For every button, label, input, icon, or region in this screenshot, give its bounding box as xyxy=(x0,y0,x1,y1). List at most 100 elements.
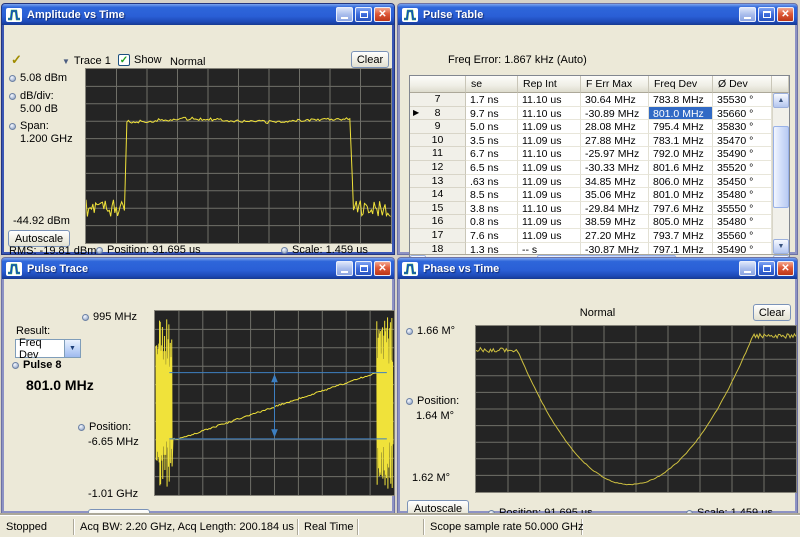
db-div-field[interactable]: dB/div: xyxy=(9,90,54,102)
row-number-cell[interactable]: 16 xyxy=(410,215,466,229)
column-header[interactable]: Rep Int xyxy=(518,76,581,93)
ref-level-field[interactable]: 5.08 dBm xyxy=(9,72,67,84)
table-cell[interactable]: 6.5 ns xyxy=(466,161,518,175)
table-cell[interactable]: 11.09 us xyxy=(518,175,581,189)
table-cell[interactable]: 34.85 MHz xyxy=(581,175,649,189)
pulse-trace-plot[interactable] xyxy=(154,310,395,496)
table-cell[interactable]: 30.64 MHz xyxy=(581,93,649,107)
knob-icon[interactable] xyxy=(82,314,89,321)
amplitude-titlebar[interactable]: Amplitude vs Time ✕ xyxy=(2,4,394,25)
table-row[interactable]: 71.7 ns11.10 us30.64 MHz783.8 MHz35530 ° xyxy=(410,93,772,107)
table-cell[interactable]: 27.20 MHz xyxy=(581,229,649,243)
knob-icon[interactable] xyxy=(78,424,85,431)
table-cell[interactable]: 8.5 ns xyxy=(466,188,518,202)
pulse-table-grid[interactable]: seRep IntF Err MaxFreq DevØ Dev71.7 ns11… xyxy=(409,75,790,271)
table-cell[interactable]: 11.09 us xyxy=(518,161,581,175)
scale-field[interactable]: Scale: 1.459 us xyxy=(281,244,368,256)
table-cell[interactable]: 35560 ° xyxy=(713,229,772,243)
table-cell[interactable]: 9.7 ns xyxy=(466,107,518,121)
table-row[interactable]: 103.5 ns11.09 us27.88 MHz783.1 MHz35470 … xyxy=(410,134,772,148)
minimize-button[interactable] xyxy=(739,7,756,22)
table-cell[interactable]: 783.1 MHz xyxy=(649,134,713,148)
table-cell[interactable]: 27.88 MHz xyxy=(581,134,649,148)
row-number-cell[interactable]: 13 xyxy=(410,175,466,189)
table-cell[interactable]: 35490 ° xyxy=(713,147,772,161)
table-cell[interactable]: -30.33 MHz xyxy=(581,161,649,175)
row-number-cell[interactable]: 12 xyxy=(410,161,466,175)
row-number-cell[interactable]: 18 xyxy=(410,243,466,254)
table-cell[interactable]: 11.09 us xyxy=(518,229,581,243)
table-cell[interactable]: 801.0 MHz xyxy=(649,188,713,202)
table-row[interactable]: 126.5 ns11.09 us-30.33 MHz801.6 MHz35520… xyxy=(410,161,772,175)
maximize-button[interactable] xyxy=(355,7,372,22)
knob-icon[interactable] xyxy=(281,247,288,254)
table-row[interactable]: ▶89.7 ns11.10 us-30.89 MHz801.0 MHz35660… xyxy=(410,107,772,121)
scrollbar-thumb[interactable] xyxy=(773,126,789,207)
clear-button[interactable]: Clear xyxy=(753,304,791,321)
knob-icon[interactable] xyxy=(406,328,413,335)
vertical-scrollbar[interactable]: ▲ ▼ xyxy=(772,93,789,254)
table-cell[interactable]: 11.09 us xyxy=(518,188,581,202)
amplitude-plot[interactable] xyxy=(85,68,392,244)
table-cell[interactable]: 792.0 MHz xyxy=(649,147,713,161)
table-row[interactable]: 181.3 ns-- s-30.87 MHz797.1 MHz35490 ° xyxy=(410,243,772,254)
table-row[interactable]: 177.6 ns11.09 us27.20 MHz793.7 MHz35560 … xyxy=(410,229,772,243)
column-header[interactable]: Ø Dev xyxy=(713,76,772,93)
table-cell[interactable]: 11.10 us xyxy=(518,107,581,121)
table-cell[interactable]: 38.59 MHz xyxy=(581,215,649,229)
table-cell[interactable]: 3.5 ns xyxy=(466,134,518,148)
knob-icon[interactable] xyxy=(9,93,16,100)
table-cell[interactable]: 28.08 MHz xyxy=(581,120,649,134)
table-cell[interactable]: 11.10 us xyxy=(518,202,581,216)
table-cell[interactable]: 11.10 us xyxy=(518,93,581,107)
position-field-left[interactable]: Position: xyxy=(406,395,459,407)
top-ref-field[interactable]: 1.66 M° xyxy=(406,325,455,337)
top-ref-field[interactable]: 995 MHz xyxy=(82,311,137,323)
table-cell[interactable]: 795.4 MHz xyxy=(649,120,713,134)
table-cell[interactable]: 7.6 ns xyxy=(466,229,518,243)
table-row[interactable]: 148.5 ns11.09 us35.06 MHz801.0 MHz35480 … xyxy=(410,188,772,202)
table-cell[interactable]: 801.6 MHz xyxy=(649,161,713,175)
table-cell[interactable]: 35480 ° xyxy=(713,188,772,202)
maximize-button[interactable] xyxy=(758,7,775,22)
table-cell[interactable]: -- s xyxy=(518,243,581,254)
close-button[interactable]: ✕ xyxy=(374,7,391,22)
table-cell[interactable]: 806.0 MHz xyxy=(649,175,713,189)
row-number-cell[interactable]: 15 xyxy=(410,202,466,216)
position-field[interactable]: Position: 91.695 us xyxy=(96,244,201,256)
pulse-table-titlebar[interactable]: Pulse Table ✕ xyxy=(398,4,797,25)
close-button[interactable]: ✕ xyxy=(777,7,794,22)
knob-icon[interactable] xyxy=(406,398,413,405)
table-row[interactable]: 95.0 ns11.09 us28.08 MHz795.4 MHz35830 ° xyxy=(410,120,772,134)
table-cell[interactable]: 3.8 ns xyxy=(466,202,518,216)
row-number-cell[interactable]: 17 xyxy=(410,229,466,243)
row-number-header[interactable] xyxy=(410,76,466,93)
row-number-cell[interactable]: 11 xyxy=(410,147,466,161)
table-row[interactable]: 153.8 ns11.10 us-29.84 MHz797.6 MHz35550… xyxy=(410,202,772,216)
table-cell[interactable]: 11.09 us xyxy=(518,215,581,229)
table-cell[interactable]: 35480 ° xyxy=(713,215,772,229)
table-cell[interactable]: -30.89 MHz xyxy=(581,107,649,121)
table-cell[interactable]: 35450 ° xyxy=(713,175,772,189)
show-checkbox[interactable]: ✓ xyxy=(118,54,130,66)
span-field[interactable]: Span: xyxy=(9,120,49,132)
knob-icon[interactable] xyxy=(12,362,19,369)
table-cell[interactable]: 1.7 ns xyxy=(466,93,518,107)
minimize-button[interactable] xyxy=(739,261,756,276)
table-cell[interactable]: 1.3 ns xyxy=(466,243,518,254)
chevron-down-icon[interactable]: ▼ xyxy=(64,340,80,357)
table-cell[interactable]: 35830 ° xyxy=(713,120,772,134)
row-number-cell[interactable]: ▶8 xyxy=(410,107,466,121)
table-cell[interactable]: 11.09 us xyxy=(518,120,581,134)
pulse-trace-titlebar[interactable]: Pulse Trace ✕ xyxy=(2,258,394,279)
table-cell[interactable]: 801.0 MHz xyxy=(649,107,713,121)
row-number-cell[interactable]: 9 xyxy=(410,120,466,134)
clear-button[interactable]: Clear xyxy=(351,51,389,68)
table-cell[interactable]: 0.8 ns xyxy=(466,215,518,229)
table-cell[interactable]: 11.09 us xyxy=(518,134,581,148)
knob-icon[interactable] xyxy=(9,75,16,82)
minimize-button[interactable] xyxy=(336,7,353,22)
table-row[interactable]: 13.63 ns11.09 us34.85 MHz806.0 MHz35450 … xyxy=(410,175,772,189)
knob-icon[interactable] xyxy=(96,247,103,254)
table-cell[interactable]: 35660 ° xyxy=(713,107,772,121)
